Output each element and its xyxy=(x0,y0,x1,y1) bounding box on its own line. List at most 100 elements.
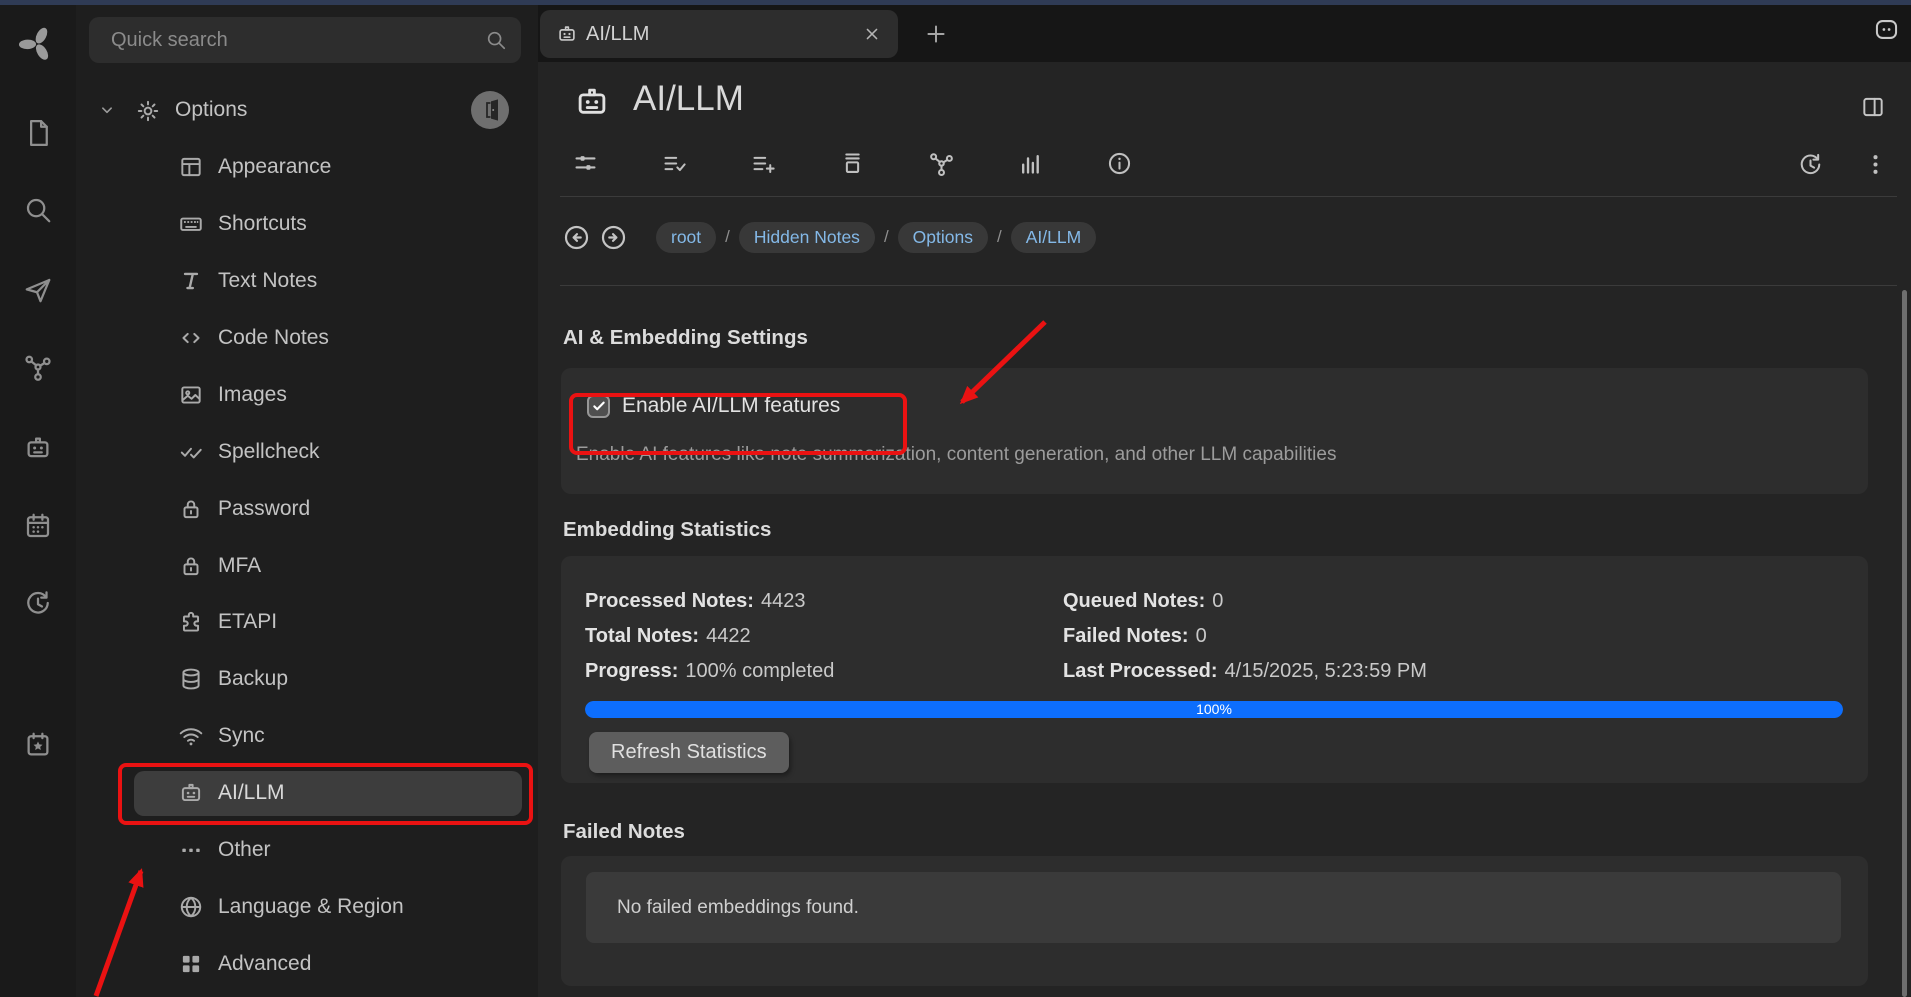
wifi-icon xyxy=(178,723,204,749)
sidebar-item-password[interactable]: Password xyxy=(76,480,538,537)
scrollbar-thumb[interactable] xyxy=(1902,290,1907,997)
chevron-down-icon[interactable] xyxy=(96,99,118,121)
stat-row: Processed Notes:4423 xyxy=(585,584,834,619)
file-icon[interactable] xyxy=(23,118,53,148)
stat-row: Progress:100% completed xyxy=(585,654,834,689)
quick-search-input[interactable] xyxy=(111,17,481,63)
embedding-statistics-card: Processed Notes:4423Total Notes:4422Prog… xyxy=(561,556,1868,783)
spellcheck-icon xyxy=(178,439,204,465)
list-plus-icon[interactable] xyxy=(750,150,777,177)
ribbon-toolbar xyxy=(572,150,1133,182)
sidebar-item-label: Shortcuts xyxy=(218,212,307,236)
sidebar-item-ai-llm[interactable]: AI/LLM xyxy=(76,765,538,822)
lock-icon xyxy=(178,553,204,579)
progress-label: 100% xyxy=(585,701,1843,718)
sidebar-item-shortcuts[interactable]: Shortcuts xyxy=(76,196,538,253)
sidebar-item-label: Sync xyxy=(218,724,265,748)
breadcrumb-ai-llm[interactable]: AI/LLM xyxy=(1011,222,1096,253)
sidebar-item-label: Images xyxy=(218,383,287,407)
sidebar-item-sync[interactable]: Sync xyxy=(76,708,538,765)
robot-icon xyxy=(178,780,204,806)
sidebar-item-label: Text Notes xyxy=(218,269,317,293)
bar-chart-icon[interactable] xyxy=(1017,150,1044,177)
grid-icon xyxy=(178,951,204,977)
enable-ai-description: Enable AI features like note summarizati… xyxy=(576,444,1336,466)
note-title[interactable]: AI/LLM xyxy=(633,79,744,119)
stat-row: Queued Notes:0 xyxy=(1063,584,1427,619)
lock-icon xyxy=(178,496,204,522)
info-icon[interactable] xyxy=(1106,150,1133,177)
main-pane: AI/LLM AI/LLM root / Hidden Notes / Options /… xyxy=(538,5,1911,997)
sidebar-item-label: Other xyxy=(218,838,271,862)
breadcrumb: root / Hidden Notes / Options / AI/LLM xyxy=(562,208,1096,266)
sidebar-item-label: Options xyxy=(175,98,247,122)
calendar-star-icon[interactable] xyxy=(23,730,53,760)
code-icon xyxy=(178,325,204,351)
tab-bar: AI/LLM xyxy=(538,5,1911,62)
refresh-statistics-button[interactable]: Refresh Statistics xyxy=(589,732,789,773)
stats-left-column: Processed Notes:4423Total Notes:4422Prog… xyxy=(585,584,834,689)
quick-search[interactable] xyxy=(89,17,521,63)
gear-icon xyxy=(135,98,161,124)
sidebar-item-spellcheck[interactable]: Spellcheck xyxy=(76,423,538,480)
sidebar-item-text-notes[interactable]: Text Notes xyxy=(76,253,538,310)
stat-row: Total Notes:4422 xyxy=(585,619,834,654)
sidebar-item-options[interactable]: Options xyxy=(76,82,538,139)
sliders-icon[interactable] xyxy=(572,150,599,177)
enable-ai-checkbox[interactable] xyxy=(587,395,610,418)
sidebar-item-code-notes[interactable]: Code Notes xyxy=(76,310,538,367)
search-icon xyxy=(485,29,507,51)
failed-notes-message: No failed embeddings found. xyxy=(617,897,859,919)
tab-ai-llm[interactable]: AI/LLM xyxy=(540,10,898,58)
graph-icon[interactable] xyxy=(23,352,53,382)
breadcrumb-path: root / Hidden Notes / Options / AI/LLM xyxy=(656,222,1096,253)
send-icon[interactable] xyxy=(23,275,53,305)
new-tab-button[interactable] xyxy=(923,21,949,47)
sidebar-item-label: Spellcheck xyxy=(218,440,320,464)
breadcrumb-separator: / xyxy=(725,227,730,247)
calendar-icon[interactable] xyxy=(23,511,53,541)
breadcrumb-separator: / xyxy=(997,227,1002,247)
section-heading-ai-embedding-settings: AI & Embedding Settings xyxy=(563,326,1868,350)
sidebar-item-mfa[interactable]: MFA xyxy=(76,537,538,594)
sidebar-item-language-region[interactable]: Language & Region xyxy=(76,878,538,935)
search-icon[interactable] xyxy=(23,195,53,225)
robot-icon[interactable] xyxy=(23,433,53,463)
sidebar-item-label: Advanced xyxy=(218,952,311,976)
sidebar-item-etapi[interactable]: ETAPI xyxy=(76,594,538,651)
breadcrumb-hidden-notes[interactable]: Hidden Notes xyxy=(739,222,875,253)
chat-icon[interactable] xyxy=(1873,16,1900,43)
door-open-icon[interactable] xyxy=(471,91,509,129)
note-history-icon[interactable] xyxy=(1797,151,1824,178)
ai-settings-card: Enable AI/LLM features Enable AI feature… xyxy=(561,368,1868,494)
sidebar-item-images[interactable]: Images xyxy=(76,366,538,423)
sidebar-item-label: Language & Region xyxy=(218,895,404,919)
kebab-menu-icon[interactable] xyxy=(1862,151,1889,178)
sidebar-item-label: ETAPI xyxy=(218,610,277,634)
sidebar-item-backup[interactable]: Backup xyxy=(76,651,538,708)
sidebar-item-other[interactable]: Other xyxy=(76,822,538,879)
breadcrumb-root[interactable]: root xyxy=(656,222,716,253)
close-icon[interactable] xyxy=(862,24,882,44)
nav-back-icon[interactable] xyxy=(562,223,591,252)
breadcrumb-options[interactable]: Options xyxy=(898,222,988,253)
history-icon[interactable] xyxy=(23,588,53,618)
list-check-icon[interactable] xyxy=(661,150,688,177)
divider xyxy=(560,196,1897,197)
nav-forward-icon[interactable] xyxy=(599,223,628,252)
image-icon xyxy=(178,382,204,408)
enable-ai-checkbox-row[interactable]: Enable AI/LLM features xyxy=(587,394,840,418)
section-heading-embedding-statistics: Embedding Statistics xyxy=(563,518,1868,542)
breadcrumb-separator: / xyxy=(884,227,889,247)
archive-icon[interactable] xyxy=(839,150,866,177)
sidebar-item-advanced[interactable]: Advanced xyxy=(76,935,538,992)
enable-ai-label: Enable AI/LLM features xyxy=(622,394,840,418)
split-panel-icon[interactable] xyxy=(1860,94,1886,120)
database-icon xyxy=(178,666,204,692)
graph-icon[interactable] xyxy=(928,150,955,177)
stat-row: Last Processed:4/15/2025, 5:23:59 PM xyxy=(1063,654,1427,689)
sidebar-item-label: MFA xyxy=(218,554,261,578)
note-title-robot-icon xyxy=(573,83,611,121)
sidebar-item-appearance[interactable]: Appearance xyxy=(76,139,538,196)
sidebar-item-label: Backup xyxy=(218,667,288,691)
